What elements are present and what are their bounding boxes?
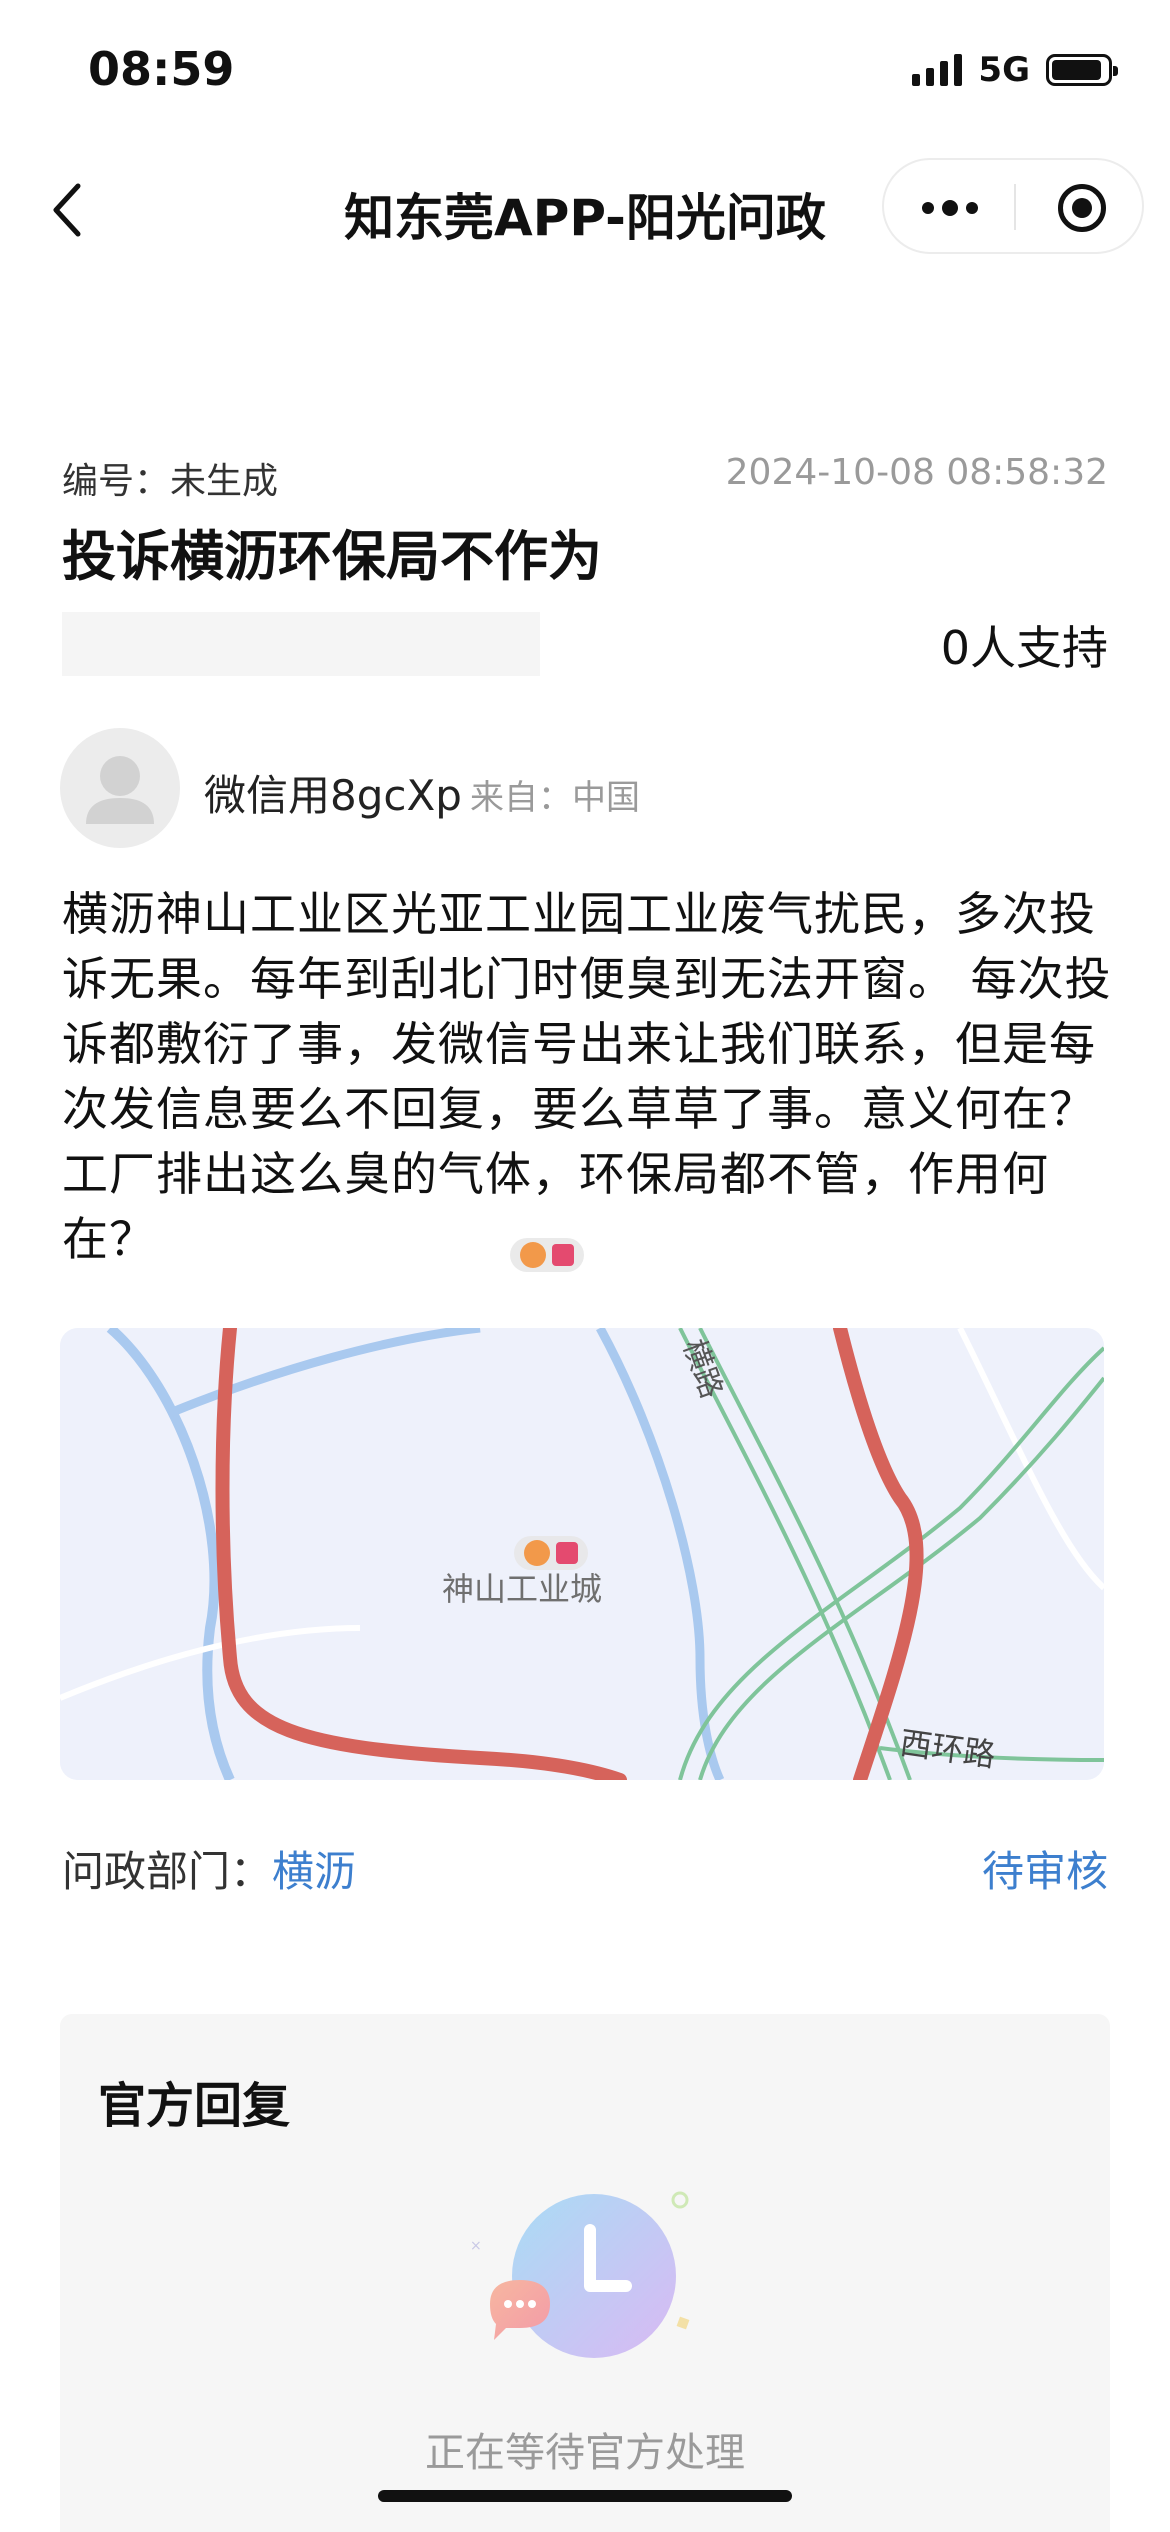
- location-map[interactable]: [60, 1328, 1104, 1780]
- placeholder-bar: [62, 612, 540, 676]
- more-button[interactable]: [922, 200, 978, 216]
- user-name: 微信用8gcXp: [204, 771, 462, 820]
- app-logo-icon: [520, 1242, 546, 1268]
- network-label: 5G: [978, 50, 1030, 90]
- map-place-label: 神山工业城: [442, 1570, 603, 1608]
- app-logo-icon: [552, 1244, 574, 1266]
- avatar[interactable]: [60, 728, 180, 848]
- status-bar: 08:59 5G: [0, 0, 1170, 140]
- signal-icon: [912, 54, 963, 86]
- serial-number: 编号：未生成: [62, 461, 279, 502]
- app-logo-icon: [556, 1542, 578, 1564]
- nav-bar: 知东莞APP-阳光问政: [0, 150, 1170, 260]
- department-label: 问政部门：: [62, 1847, 273, 1896]
- battery-icon: [1046, 54, 1118, 86]
- status-time: 08:59: [88, 42, 235, 96]
- status-indicators: 5G: [912, 50, 1118, 90]
- svg-text:×: ×: [470, 2238, 482, 2254]
- mini-program-capsule: [882, 158, 1144, 254]
- page: 08:59 5G 知东莞APP-阳光问政 编号：未生成 2024-10-08 0…: [0, 0, 1170, 2532]
- support-count[interactable]: 0人支持: [941, 612, 1108, 678]
- post-content: 横沥神山工业区光亚工业园工业废气扰民，多次投诉无果。每年到刮北门时便臭到无法开窗…: [62, 887, 1112, 1266]
- watermark-badge: [510, 1238, 584, 1272]
- post-datetime: 2024-10-08 08:58:32: [725, 452, 1108, 493]
- official-reply-title: 官方回复: [98, 2078, 291, 2134]
- capsule-divider: [1014, 184, 1016, 230]
- post-title: 投诉横沥环保局不作为: [62, 525, 602, 588]
- user-silhouette-icon: [86, 756, 154, 824]
- app-logo-icon: [524, 1540, 550, 1566]
- reply-status-text: 正在等待官方处理: [425, 2430, 745, 2476]
- user-location: 来自：中国: [470, 778, 640, 818]
- close-target-icon[interactable]: [1058, 184, 1106, 232]
- department-link[interactable]: 横沥: [272, 1838, 356, 1899]
- waiting-clock-icon: ×: [470, 2191, 690, 2358]
- home-indicator: [378, 2490, 792, 2502]
- review-status: 待审核: [981, 1847, 1108, 1896]
